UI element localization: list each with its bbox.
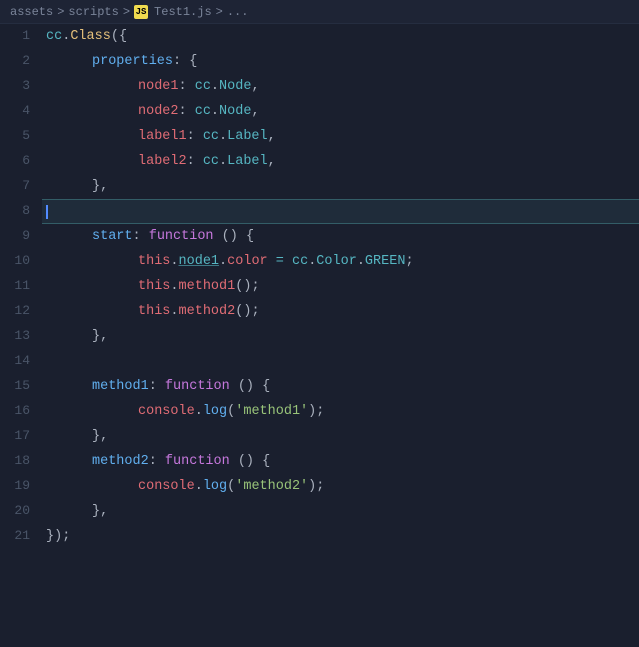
line-num-7: 7 xyxy=(8,174,30,199)
code-area: 1 2 3 4 5 6 7 8 9 10 11 12 13 14 15 16 1… xyxy=(0,24,639,647)
line-num-16: 16 xyxy=(8,399,30,424)
line-num-14: 14 xyxy=(8,349,30,374)
code-line-4: node2: cc.Node, xyxy=(42,99,639,124)
line-num-17: 17 xyxy=(8,424,30,449)
code-line-14 xyxy=(42,349,639,374)
code-line-2: properties: { xyxy=(42,49,639,74)
code-line-8 xyxy=(42,199,639,224)
code-line-9: start: function () { xyxy=(42,224,639,249)
breadcrumb-scripts[interactable]: scripts xyxy=(68,5,118,19)
breadcrumb-assets[interactable]: assets xyxy=(10,5,53,19)
code-line-7: }, xyxy=(42,174,639,199)
code-line-15: method1: function () { xyxy=(42,374,639,399)
breadcrumb-sep2: > xyxy=(123,5,130,19)
code-line-17: }, xyxy=(42,424,639,449)
code-line-5: label1: cc.Label, xyxy=(42,124,639,149)
breadcrumb-bar: assets > scripts > JS Test1.js > ... xyxy=(0,0,639,24)
code-line-6: label2: cc.Label, xyxy=(42,149,639,174)
line-num-4: 4 xyxy=(8,99,30,124)
line-num-11: 11 xyxy=(8,274,30,299)
line-num-13: 13 xyxy=(8,324,30,349)
breadcrumb-ellipsis: ... xyxy=(227,5,249,19)
line-num-21: 21 xyxy=(8,524,30,549)
line-num-12: 12 xyxy=(8,299,30,324)
line-num-3: 3 xyxy=(8,74,30,99)
code-line-18: method2: function () { xyxy=(42,449,639,474)
breadcrumb-sep3: > xyxy=(216,5,223,19)
line-num-2: 2 xyxy=(8,49,30,74)
line-num-9: 9 xyxy=(8,224,30,249)
line-num-6: 6 xyxy=(8,149,30,174)
code-lines[interactable]: cc.Class({ properties: { node1: cc.Node,… xyxy=(42,24,639,647)
code-line-13: }, xyxy=(42,324,639,349)
code-line-19: console.log('method2'); xyxy=(42,474,639,499)
line-numbers: 1 2 3 4 5 6 7 8 9 10 11 12 13 14 15 16 1… xyxy=(0,24,42,647)
code-line-3: node1: cc.Node, xyxy=(42,74,639,99)
line-num-19: 19 xyxy=(8,474,30,499)
breadcrumb-sep1: > xyxy=(57,5,64,19)
code-line-1: cc.Class({ xyxy=(42,24,639,49)
code-line-10: this.node1.color = cc.Color.GREEN; xyxy=(42,249,639,274)
code-line-16: console.log('method1'); xyxy=(42,399,639,424)
line-num-20: 20 xyxy=(8,499,30,524)
line-num-8: 8 xyxy=(8,199,30,224)
code-line-21: }); xyxy=(42,524,639,549)
line-num-5: 5 xyxy=(8,124,30,149)
file-icon: JS xyxy=(134,5,148,19)
line-num-18: 18 xyxy=(8,449,30,474)
line-num-1: 1 xyxy=(8,24,30,49)
code-line-12: this.method2(); xyxy=(42,299,639,324)
line-num-15: 15 xyxy=(8,374,30,399)
code-line-20: }, xyxy=(42,499,639,524)
code-line-11: this.method1(); xyxy=(42,274,639,299)
breadcrumb-file[interactable]: Test1.js xyxy=(154,5,212,19)
line-num-10: 10 xyxy=(8,249,30,274)
editor[interactable]: 1 2 3 4 5 6 7 8 9 10 11 12 13 14 15 16 1… xyxy=(0,24,639,647)
